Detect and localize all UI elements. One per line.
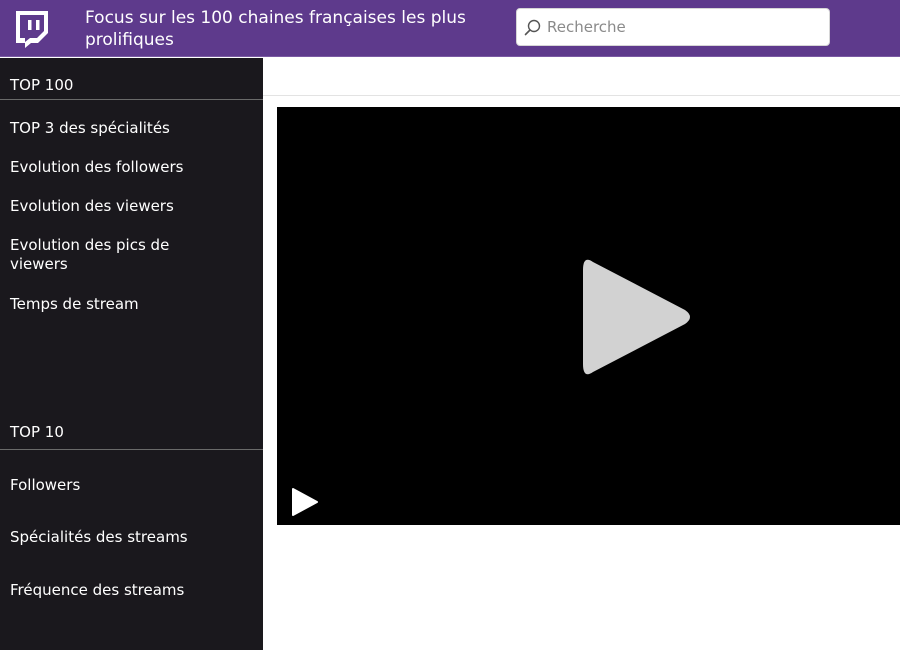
- sidebar-item-frequence-streams[interactable]: Fréquence des streams: [10, 581, 210, 600]
- play-icon[interactable]: [577, 250, 697, 384]
- sidebar-item-evolution-viewers[interactable]: Evolution des viewers: [10, 197, 210, 216]
- sidebar-section-title-top100: TOP 100: [0, 76, 263, 100]
- sidebar-item-temps-stream[interactable]: Temps de stream: [10, 295, 210, 314]
- sidebar-item-top3-specialites[interactable]: TOP 3 des spécialités: [10, 119, 210, 138]
- sidebar-section-title-top10: TOP 10: [0, 423, 263, 450]
- video-player[interactable]: [277, 107, 900, 525]
- sidebar-item-followers[interactable]: Followers: [10, 476, 210, 495]
- sidebar: TOP 100 TOP 3 des spécialités Evolution …: [0, 58, 263, 650]
- twitch-logo-icon[interactable]: [12, 9, 52, 49]
- content-toolbar: [263, 58, 900, 96]
- sidebar-item-evolution-pics-viewers[interactable]: Evolution des pics de viewers: [10, 236, 185, 274]
- search-icon: [524, 19, 542, 37]
- sidebar-item-specialites-streams[interactable]: Spécialités des streams: [10, 528, 210, 547]
- page-title: Focus sur les 100 chaines françaises les…: [85, 8, 466, 50]
- search-box[interactable]: [516, 8, 830, 46]
- top-header: Focus sur les 100 chaines françaises les…: [0, 0, 900, 57]
- play-icon[interactable]: [291, 487, 319, 517]
- search-input[interactable]: [547, 12, 823, 42]
- sidebar-item-evolution-followers[interactable]: Evolution des followers: [10, 158, 210, 177]
